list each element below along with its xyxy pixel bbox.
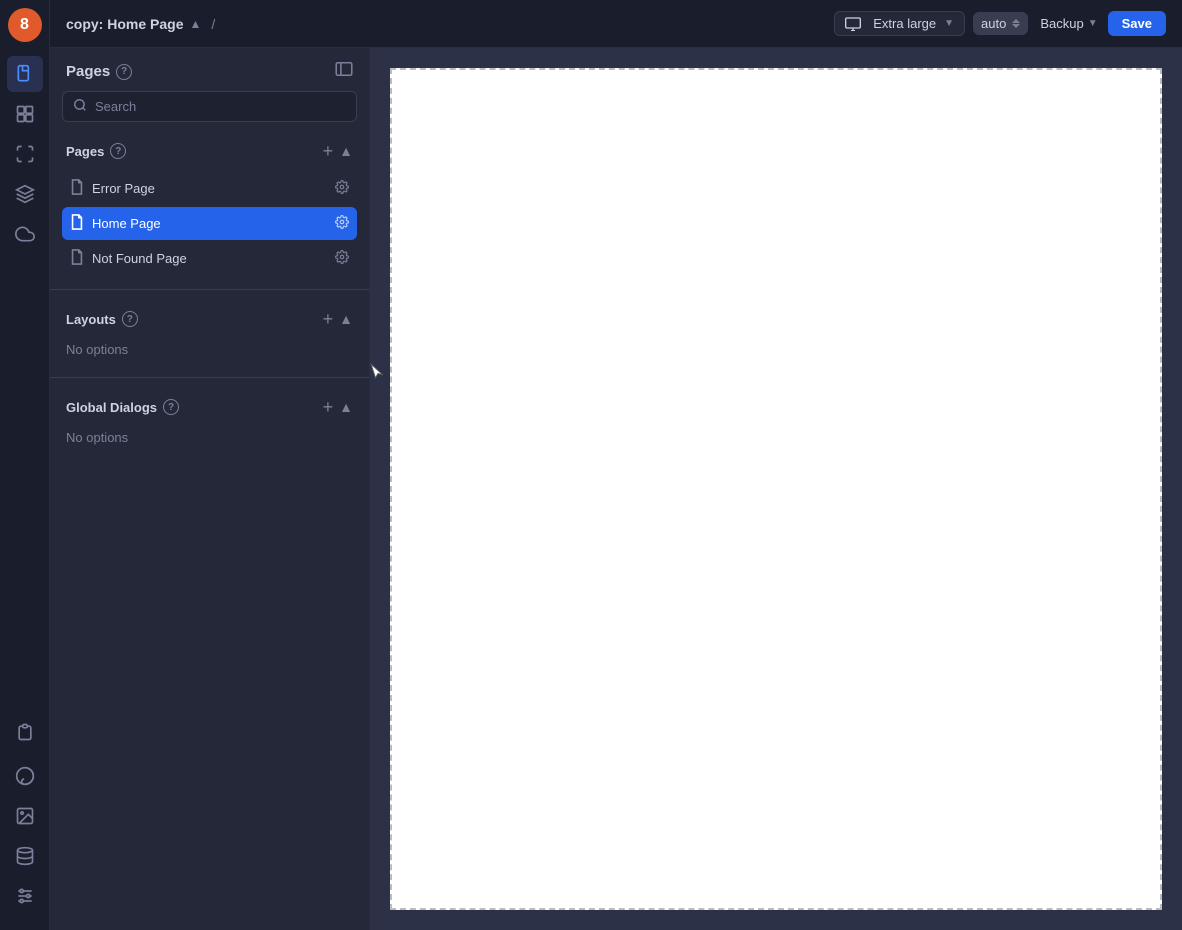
backup-label: Backup — [1040, 16, 1083, 31]
divider-1 — [50, 289, 369, 290]
pages-collapse-icon[interactable]: ▲ — [339, 143, 353, 159]
components-icon[interactable] — [7, 96, 43, 132]
header-title: copy: Home Page ▲ / — [66, 16, 215, 32]
monitor-icon — [845, 17, 861, 31]
pages-section-actions: + ▲ — [323, 142, 353, 160]
breadcrumb-slash: / — [211, 16, 215, 32]
search-icon — [73, 98, 87, 115]
page-item-home[interactable]: Home Page — [62, 207, 357, 240]
page-item-notfound[interactable]: Not Found Page — [62, 242, 357, 275]
global-dialogs-add-icon[interactable]: + — [323, 398, 334, 416]
global-dialogs-help-icon[interactable]: ? — [163, 399, 179, 415]
pages-help-icon[interactable]: ? — [116, 64, 132, 80]
auto-label: auto — [981, 16, 1006, 31]
global-dialogs-collapse-icon[interactable]: ▲ — [339, 399, 353, 415]
pages-section-help-icon[interactable]: ? — [110, 143, 126, 159]
image-icon[interactable] — [7, 798, 43, 834]
global-dialogs-title-group: Global Dialogs ? — [66, 399, 179, 415]
search-bar — [50, 91, 369, 134]
panel-title: Pages — [66, 63, 110, 80]
layouts-section-title: Layouts — [66, 312, 116, 327]
layouts-section-actions: + ▲ — [323, 310, 353, 328]
viewport-label: Extra large — [873, 16, 936, 31]
layouts-help-icon[interactable]: ? — [122, 311, 138, 327]
settings-icon[interactable] — [7, 878, 43, 914]
viewport-chevron-icon: ▼ — [944, 18, 954, 29]
title-chevron-icon[interactable]: ▲ — [189, 17, 201, 31]
backup-chevron-icon: ▼ — [1088, 18, 1098, 29]
cursor-indicator — [370, 363, 386, 385]
database-icon[interactable] — [7, 838, 43, 874]
pages-section-title-group: Pages ? — [66, 143, 126, 159]
left-panel: Pages ? Pages — [50, 48, 370, 930]
canvas-frame — [390, 68, 1162, 910]
layouts-section-title-group: Layouts ? — [66, 311, 138, 327]
page-home-label: Home Page — [92, 216, 327, 231]
backup-button[interactable]: Backup ▼ — [1040, 16, 1097, 31]
pages-add-icon[interactable]: + — [323, 142, 334, 160]
layouts-collapse-icon[interactable]: ▲ — [339, 311, 353, 327]
page-file-icon — [70, 179, 84, 198]
panel-controls — [335, 62, 353, 81]
page-error-label: Error Page — [92, 181, 327, 196]
functions-icon[interactable] — [7, 714, 43, 750]
page-file-icon-notfound — [70, 249, 84, 268]
auto-selector[interactable]: auto — [973, 12, 1028, 35]
divider-2 — [50, 377, 369, 378]
page-error-settings-icon[interactable] — [335, 180, 349, 197]
page-notfound-settings-icon[interactable] — [335, 250, 349, 267]
page-file-icon-home — [70, 214, 84, 233]
save-button[interactable]: Save — [1108, 11, 1166, 36]
global-dialogs-title: Global Dialogs — [66, 400, 157, 415]
viewport-selector[interactable]: Extra large ▼ — [834, 11, 965, 36]
search-wrapper — [62, 91, 357, 122]
palette-icon[interactable] — [7, 758, 43, 794]
global-dialogs-section-header: Global Dialogs ? + ▲ — [62, 390, 357, 424]
global-dialogs-section: Global Dialogs ? + ▲ No options — [50, 390, 369, 453]
search-input[interactable] — [95, 99, 346, 114]
canvas-area[interactable] — [370, 48, 1182, 930]
project-name: copy: Home Page — [66, 16, 183, 32]
auto-spinners — [1012, 19, 1020, 28]
panel-title-group: Pages ? — [66, 63, 132, 80]
panel-header: Pages ? — [50, 48, 369, 91]
app-logo[interactable]: 8 — [8, 8, 42, 42]
variables-icon[interactable] — [7, 136, 43, 172]
layouts-section-header: Layouts ? + ▲ — [62, 302, 357, 336]
page-notfound-label: Not Found Page — [92, 251, 327, 266]
global-dialogs-no-options: No options — [62, 428, 357, 453]
pages-section-header: Pages ? + ▲ — [62, 134, 357, 168]
layouts-section: Layouts ? + ▲ No options — [50, 302, 369, 365]
pages-icon[interactable] — [7, 56, 43, 92]
layouts-add-icon[interactable]: + — [323, 310, 334, 328]
pages-section-title: Pages — [66, 144, 104, 159]
sidebar-toggle-icon[interactable] — [335, 62, 353, 81]
icon-rail: 8 — [0, 0, 50, 930]
header: copy: Home Page ▲ / Extra large ▼ auto B… — [50, 0, 1182, 48]
layouts-no-options: No options — [62, 340, 357, 365]
pages-section: Pages ? + ▲ Error Page — [50, 134, 369, 277]
layers-icon[interactable] — [7, 176, 43, 212]
page-item-error[interactable]: Error Page — [62, 172, 357, 205]
global-dialogs-actions: + ▲ — [323, 398, 353, 416]
cloud-icon[interactable] — [7, 216, 43, 252]
page-home-settings-icon[interactable] — [335, 215, 349, 232]
